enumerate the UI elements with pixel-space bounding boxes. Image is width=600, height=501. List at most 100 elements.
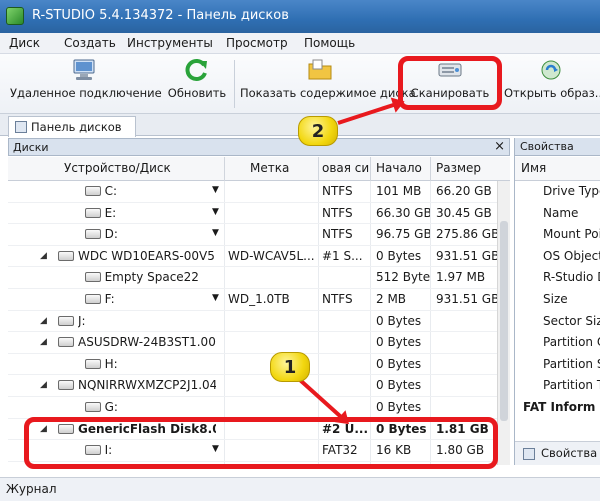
- table-row[interactable]: ◢ WDC WD10EARS-00V5... WD-WCAV5L... #1 S...…: [8, 246, 510, 268]
- menu-help[interactable]: Помощь: [304, 36, 355, 50]
- table-row[interactable]: ◢ ASUSDRW-24B3ST1.00 0 Bytes: [8, 332, 510, 354]
- table-row[interactable]: F: WD_1.0TB NTFS 2 MB 931.51 GB ▼: [8, 289, 510, 311]
- expand-arrow-icon[interactable]: ◢: [40, 424, 47, 434]
- cell-filesystem: NTFS: [322, 292, 353, 306]
- close-icon[interactable]: ×: [494, 139, 505, 154]
- property-row[interactable]: Partition S: [515, 354, 600, 376]
- dropdown-arrow-icon[interactable]: ▼: [212, 207, 219, 217]
- col-device[interactable]: Устройство/Диск: [64, 161, 224, 175]
- panel-icon: [15, 121, 27, 133]
- property-row[interactable]: Name: [515, 203, 600, 225]
- cell-filesystem: NTFS: [322, 205, 353, 220]
- cell-device: G:: [104, 400, 118, 414]
- property-row[interactable]: Sector Siz: [515, 311, 600, 333]
- cell-size: 275.86 GB: [436, 227, 500, 242]
- drives-table: C: NTFS 101 MB 66.20 GB ▼ E: NTFS 66.30 GB 30.45…: [8, 181, 510, 465]
- cell-size: 1.97 MB: [436, 270, 486, 285]
- expand-arrow-icon[interactable]: ◢: [40, 380, 47, 390]
- col-filesystem[interactable]: овая си: [322, 161, 370, 175]
- table-row[interactable]: C: NTFS 101 MB 66.20 GB ▼: [8, 181, 510, 203]
- cell-filesystem: NTFS: [322, 184, 353, 198]
- menu-tools[interactable]: Инструменты: [127, 36, 213, 50]
- dropdown-arrow-icon[interactable]: ▼: [212, 228, 219, 238]
- cell-start: 101 MB: [376, 184, 422, 198]
- expand-arrow-icon[interactable]: ◢: [40, 316, 47, 326]
- drive-icon: [84, 272, 101, 283]
- cell-label: WD-WCAV5L...: [228, 248, 315, 263]
- cell-size: 931.51 GB: [436, 292, 500, 306]
- refresh-button[interactable]: Обновить: [164, 58, 230, 100]
- tab-drives-panel[interactable]: Панель дисков: [8, 116, 136, 137]
- table-row[interactable]: ◢ NQNIRRWXMZCP2J1.04 0 Bytes: [8, 375, 510, 397]
- cell-device: WDC WD10EARS-00V5...: [78, 248, 216, 263]
- cell-start: 2 MB: [376, 292, 407, 306]
- drive-icon: [58, 380, 74, 391]
- column-divider[interactable]: [224, 157, 225, 181]
- show-contents-button[interactable]: Показать содержимое диска: [240, 58, 416, 100]
- table-row[interactable]: G: 0 Bytes: [8, 397, 510, 419]
- drive-icon: [84, 186, 101, 196]
- property-row[interactable]: Drive Type: [515, 181, 600, 203]
- drives-table-header: Устройство/Диск Метка овая си Начало Раз…: [8, 157, 510, 181]
- remote-connect-button[interactable]: Удаленное подключение: [10, 58, 162, 100]
- table-row[interactable]: Empty Space22 512 Bytes 1.97 MB: [8, 267, 510, 289]
- cell-start: 512 Bytes: [376, 270, 430, 285]
- computer-icon: [73, 59, 95, 80]
- dropdown-arrow-icon[interactable]: ▼: [212, 185, 219, 195]
- open-image-button[interactable]: Открыть образ...: [504, 58, 600, 100]
- menu-disk[interactable]: Диск: [9, 36, 40, 50]
- table-row[interactable]: I: FAT32 16 KB 1.80 GB ▼: [8, 440, 510, 462]
- drive-icon: [84, 402, 101, 412]
- scrollbar-thumb[interactable]: [500, 221, 508, 421]
- cell-device: C:: [104, 184, 118, 198]
- property-label: Partition S: [543, 356, 600, 371]
- log-label[interactable]: Журнал: [6, 482, 57, 496]
- property-row[interactable]: OS Object: [515, 246, 600, 268]
- property-label: Name: [543, 205, 579, 220]
- dropdown-arrow-icon[interactable]: ▼: [212, 293, 219, 303]
- menu-view[interactable]: Просмотр: [226, 36, 288, 50]
- cell-start: 0 Bytes: [376, 335, 422, 350]
- expand-arrow-icon[interactable]: ◢: [40, 337, 47, 347]
- column-divider[interactable]: [430, 157, 431, 181]
- properties-tab[interactable]: Свойства: [515, 441, 600, 465]
- cell-device: F:: [104, 292, 115, 306]
- cell-start: 0 Bytes: [376, 421, 427, 436]
- table-row[interactable]: E: NTFS 66.30 GB 30.45 GB ▼: [8, 203, 510, 225]
- drive-icon: [84, 445, 101, 456]
- cell-size: 1.80 GB: [436, 443, 485, 458]
- property-row[interactable]: Mount Poi: [515, 224, 600, 246]
- drive-icon: [84, 207, 101, 218]
- table-row[interactable]: H: 0 Bytes: [8, 354, 510, 376]
- cell-device: J:: [78, 313, 86, 328]
- column-divider[interactable]: [370, 157, 371, 181]
- cell-device: H:: [104, 356, 118, 371]
- dropdown-arrow-icon[interactable]: ▼: [212, 444, 219, 454]
- property-label: Sector Siz: [543, 313, 600, 328]
- col-size[interactable]: Размер: [436, 161, 502, 175]
- cell-start: 0 Bytes: [376, 248, 422, 263]
- toolbar: Удаленное подключение Обновить Показать …: [0, 54, 600, 114]
- col-label[interactable]: Метка: [250, 161, 320, 175]
- property-group[interactable]: FAT Inform: [515, 397, 600, 419]
- table-row[interactable]: ◢ GenericFlash Disk8.07 #2 U... 0 Bytes 1.81…: [8, 419, 510, 441]
- menu-create[interactable]: Создать: [64, 36, 116, 50]
- column-divider[interactable]: [318, 157, 319, 181]
- property-row[interactable]: Partition T: [515, 375, 600, 397]
- col-name[interactable]: Имя: [521, 161, 546, 175]
- properties-panel: Свойства Имя Свойства Drive Type Name Moun…: [514, 138, 600, 465]
- table-row[interactable]: D: NTFS 96.75 GB 275.86 GB ▼: [8, 224, 510, 246]
- property-row[interactable]: Partition O: [515, 332, 600, 354]
- menu-bar: Диск Создать Инструменты Просмотр Помощь: [0, 33, 600, 54]
- cell-size: 1.81 GB: [436, 421, 489, 436]
- toolbar-separator: [234, 60, 235, 108]
- col-start[interactable]: Начало: [376, 161, 432, 175]
- cell-start: 96.75 GB: [376, 227, 430, 242]
- cell-device: D:: [104, 227, 118, 242]
- property-row[interactable]: Size: [515, 289, 600, 311]
- table-row[interactable]: ◢ J: 0 Bytes: [8, 311, 510, 333]
- property-row[interactable]: R-Studio D: [515, 267, 600, 289]
- drives-scrollbar[interactable]: [497, 181, 510, 465]
- scan-button[interactable]: Сканировать: [404, 58, 496, 100]
- expand-arrow-icon[interactable]: ◢: [40, 251, 47, 261]
